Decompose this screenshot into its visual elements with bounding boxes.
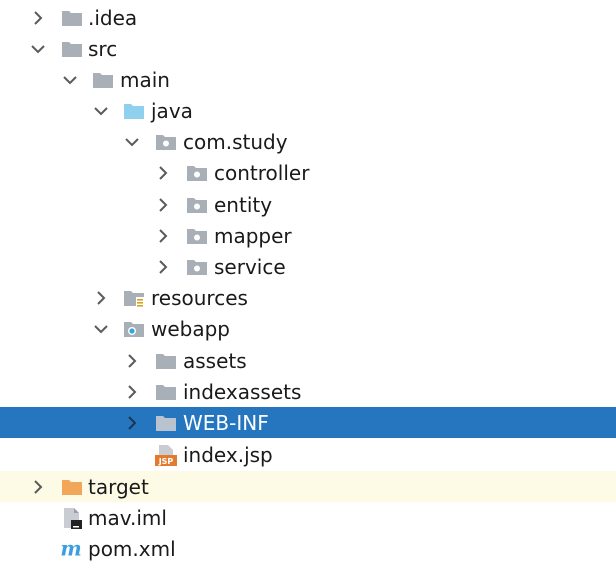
- tree-item-label: service: [214, 255, 286, 279]
- tree-item-main[interactable]: main: [0, 64, 616, 95]
- tree-item-label: resources: [151, 286, 248, 310]
- folder-icon: [156, 416, 176, 431]
- chevron-right-icon[interactable]: [122, 351, 142, 371]
- tree-item-label: webapp: [151, 317, 231, 341]
- folder-icon: [62, 42, 82, 57]
- tree-item-com-study[interactable]: com.study: [0, 126, 616, 157]
- tree-item-target[interactable]: target: [0, 471, 616, 502]
- chevron-down-icon[interactable]: [91, 101, 111, 121]
- chevron-right-icon[interactable]: [153, 195, 173, 215]
- tree-item-label: pom.xml: [88, 537, 176, 561]
- tree-item-mapper[interactable]: mapper: [0, 220, 616, 251]
- tree-item-pom-xml[interactable]: m pom.xml: [0, 533, 616, 564]
- folder-icon: [62, 11, 82, 26]
- chevron-right-icon[interactable]: [122, 382, 142, 402]
- tree-item-label: com.study: [183, 130, 288, 154]
- tree-item-controller[interactable]: controller: [0, 157, 616, 188]
- tree-item-label: controller: [214, 161, 310, 185]
- tree-item-label: indexassets: [183, 380, 302, 404]
- folder-icon: [156, 385, 176, 400]
- maven-icon: m: [60, 538, 81, 560]
- chevron-right-icon[interactable]: [153, 163, 173, 183]
- tree-item-label: assets: [183, 349, 247, 373]
- tree-item-mav-iml[interactable]: mav.iml: [0, 502, 616, 533]
- iml-file-icon: [64, 508, 82, 529]
- web-folder-icon: [124, 322, 144, 337]
- tree-item-label: entity: [214, 193, 273, 217]
- package-icon: [187, 229, 207, 244]
- jsp-file-icon: JSP: [155, 445, 177, 466]
- tree-item-label: target: [88, 475, 149, 499]
- tree-item-java[interactable]: java: [0, 95, 616, 126]
- tree-item-entity[interactable]: entity: [0, 189, 616, 220]
- chevron-right-icon[interactable]: [122, 413, 142, 433]
- tree-item-service[interactable]: service: [0, 251, 616, 282]
- chevron-down-icon[interactable]: [60, 70, 80, 90]
- maven-glyph: m: [60, 538, 81, 560]
- tree-item-index-jsp[interactable]: JSP index.jsp: [0, 439, 616, 470]
- chevron-right-icon[interactable]: [153, 257, 173, 277]
- chevron-right-icon[interactable]: [153, 226, 173, 246]
- tree-item-assets[interactable]: assets: [0, 345, 616, 376]
- tree-item-indexassets[interactable]: indexassets: [0, 376, 616, 407]
- tree-item-resources[interactable]: resources: [0, 282, 616, 313]
- tree-item-src[interactable]: src: [0, 33, 616, 64]
- tree-item-label: src: [88, 37, 118, 61]
- tree-item-label: mav.iml: [88, 506, 167, 530]
- chevron-down-icon[interactable]: [122, 132, 142, 152]
- package-icon: [156, 135, 176, 150]
- chevron-right-icon[interactable]: [28, 477, 48, 497]
- tree-item-label: java: [151, 99, 193, 123]
- resources-folder-icon: [124, 291, 144, 307]
- excluded-folder-icon: [62, 480, 82, 495]
- tree-item-label: .idea: [88, 6, 138, 30]
- source-folder-icon: [124, 104, 144, 119]
- tree-item-label: mapper: [214, 224, 292, 248]
- chevron-right-icon[interactable]: [91, 288, 111, 308]
- package-icon: [187, 198, 207, 213]
- tree-item-label: index.jsp: [183, 443, 273, 467]
- project-tree: .idea src main java com.study controller…: [0, 0, 616, 566]
- tree-item-idea[interactable]: .idea: [0, 2, 616, 33]
- chevron-down-icon[interactable]: [28, 39, 48, 59]
- jsp-badge-text: JSP: [158, 457, 174, 466]
- folder-icon: [93, 73, 113, 88]
- chevron-down-icon[interactable]: [91, 319, 111, 339]
- folder-icon: [156, 354, 176, 369]
- tree-item-webapp[interactable]: webapp: [0, 313, 616, 344]
- chevron-right-icon[interactable]: [28, 8, 48, 28]
- package-icon: [187, 260, 207, 275]
- package-icon: [187, 166, 207, 181]
- tree-item-label: main: [120, 68, 170, 92]
- tree-item-web-inf[interactable]: WEB-INF: [0, 407, 616, 438]
- tree-item-label: WEB-INF: [183, 411, 269, 435]
